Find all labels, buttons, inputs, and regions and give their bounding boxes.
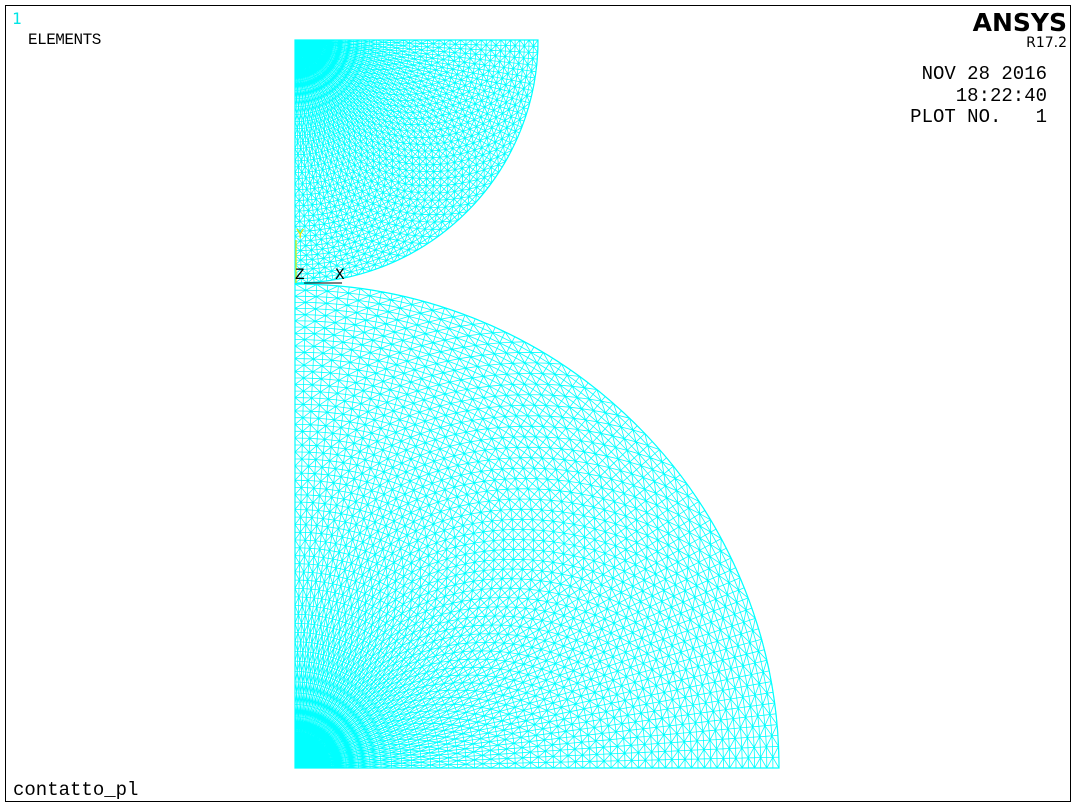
plot-number: PLOT NO. 1 bbox=[910, 106, 1047, 128]
triad-z-label: Z bbox=[295, 266, 305, 284]
triad-y-label: Y bbox=[296, 227, 305, 243]
plot-time: 18:22:40 bbox=[955, 85, 1047, 107]
triad-x-label: X bbox=[335, 266, 345, 284]
ansys-logo: ANSYS bbox=[972, 8, 1067, 37]
plot-type-label: ELEMENTS bbox=[28, 31, 101, 49]
window-number: 1 bbox=[12, 9, 22, 28]
lower-body-mesh bbox=[294, 283, 780, 769]
jobname-label: contatto_pl bbox=[13, 779, 139, 801]
version-label: R17.2 bbox=[1026, 35, 1067, 51]
upper-body-mesh bbox=[294, 39, 539, 284]
mesh-elements bbox=[294, 39, 780, 769]
plot-date: NOV 28 2016 bbox=[921, 63, 1047, 85]
